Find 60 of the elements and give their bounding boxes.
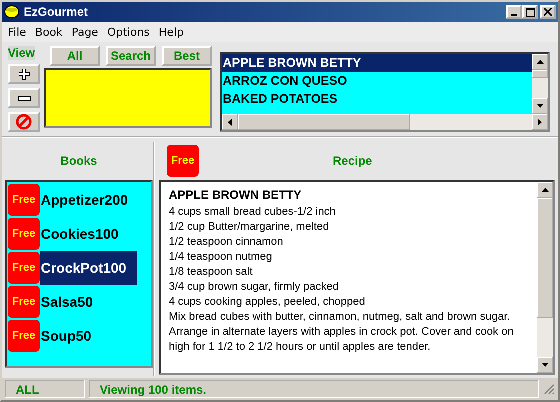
recipe-list-item[interactable]: APPLE BROWN BETTY: [222, 54, 532, 72]
prohibited-icon: [16, 114, 32, 130]
scrollbar[interactable]: [537, 182, 553, 373]
free-badge: Free: [8, 252, 40, 284]
resize-grip-icon: [543, 383, 555, 395]
search-field[interactable]: [44, 68, 212, 128]
pot-icon: [4, 5, 20, 19]
clear-button[interactable]: [8, 112, 40, 132]
minimize-button[interactable]: [506, 5, 522, 19]
menu-item[interactable]: Help: [158, 26, 184, 38]
plus-icon: [18, 68, 30, 80]
free-badge: Free: [8, 218, 40, 250]
status-text: Viewing 100 items.: [89, 380, 539, 398]
recipe-header: Recipe: [333, 154, 372, 168]
ingredient-line: 4 cups small bread cubes-1/2 inch: [169, 205, 337, 220]
down-arrow-icon: [542, 363, 548, 367]
menu-item[interactable]: Book: [35, 26, 63, 38]
ingredient-line: 4 cups cooking apples, peeled, chopped: [169, 295, 366, 310]
free-badge: Free: [8, 320, 40, 352]
cookbook-entry[interactable]: Soup50: [40, 319, 102, 353]
maximize-button[interactable]: [522, 5, 538, 19]
ingredient-line: 1/4 teaspoon nutmeg: [169, 250, 274, 265]
cookbook-entry[interactable]: Appetizer200: [40, 183, 138, 217]
ingredient-line: 1/2 teaspoon cinnamon: [169, 235, 284, 250]
menu-item[interactable]: File: [8, 26, 26, 38]
up-arrow-icon: [536, 60, 544, 64]
scroll-thumb[interactable]: [537, 198, 553, 318]
scrollbar[interactable]: [222, 114, 548, 130]
left-arrow-icon: [228, 118, 232, 126]
recipe-list-item[interactable]: ARROZ CON QUESO: [222, 72, 532, 90]
zoom-in-button[interactable]: [8, 64, 40, 84]
ingredient-line: 1/2 cup Butter/margarine, melted: [169, 220, 330, 235]
free-badge: Free: [8, 184, 40, 216]
menu-item[interactable]: Options: [107, 26, 150, 38]
minus-icon: [18, 96, 30, 100]
scroll-thumb[interactable]: [532, 70, 548, 78]
ingredient-line: 1/8 teaspoon salt: [169, 265, 254, 280]
cookbook-entry[interactable]: Cookies100: [40, 217, 129, 251]
close-button[interactable]: [540, 5, 556, 19]
right-arrow-icon: [538, 118, 542, 126]
zoom-out-button[interactable]: [8, 88, 40, 108]
window-title: EzGourmet: [24, 5, 90, 19]
ingredient-line: 3/4 cup brown sugar, firmly packed: [169, 280, 340, 295]
maximize-icon: [526, 8, 534, 16]
view-label: View: [8, 46, 36, 60]
up-arrow-icon: [542, 188, 548, 192]
free-badge: Free: [8, 286, 40, 318]
down-arrow-icon: [536, 104, 544, 108]
cookbook-entry[interactable]: Salsa50: [40, 285, 104, 319]
free-badge: Free: [167, 145, 199, 177]
directions-text: Mix bread cubes with butter, cinnamon, nutmeg, salt and brown sugar. Arrange in alternate layers with apples in crock pot. Cover and cook on high for 1 1/2 to 2 1/2 hours or until apples are tender.: [169, 310, 515, 355]
books-header: Books: [60, 154, 98, 168]
recipe-title: APPLE BROWN BETTY: [169, 188, 303, 202]
menu-item[interactable]: Page: [72, 26, 98, 38]
scroll-thumb[interactable]: [238, 114, 410, 130]
scrollbar[interactable]: [532, 54, 548, 114]
recipe-list-item[interactable]: BAKED POTATOES: [222, 90, 532, 108]
cookbook-entry[interactable]: CrockPot100: [40, 251, 137, 285]
status-text: ALL: [5, 380, 85, 398]
close-icon: [544, 8, 552, 16]
